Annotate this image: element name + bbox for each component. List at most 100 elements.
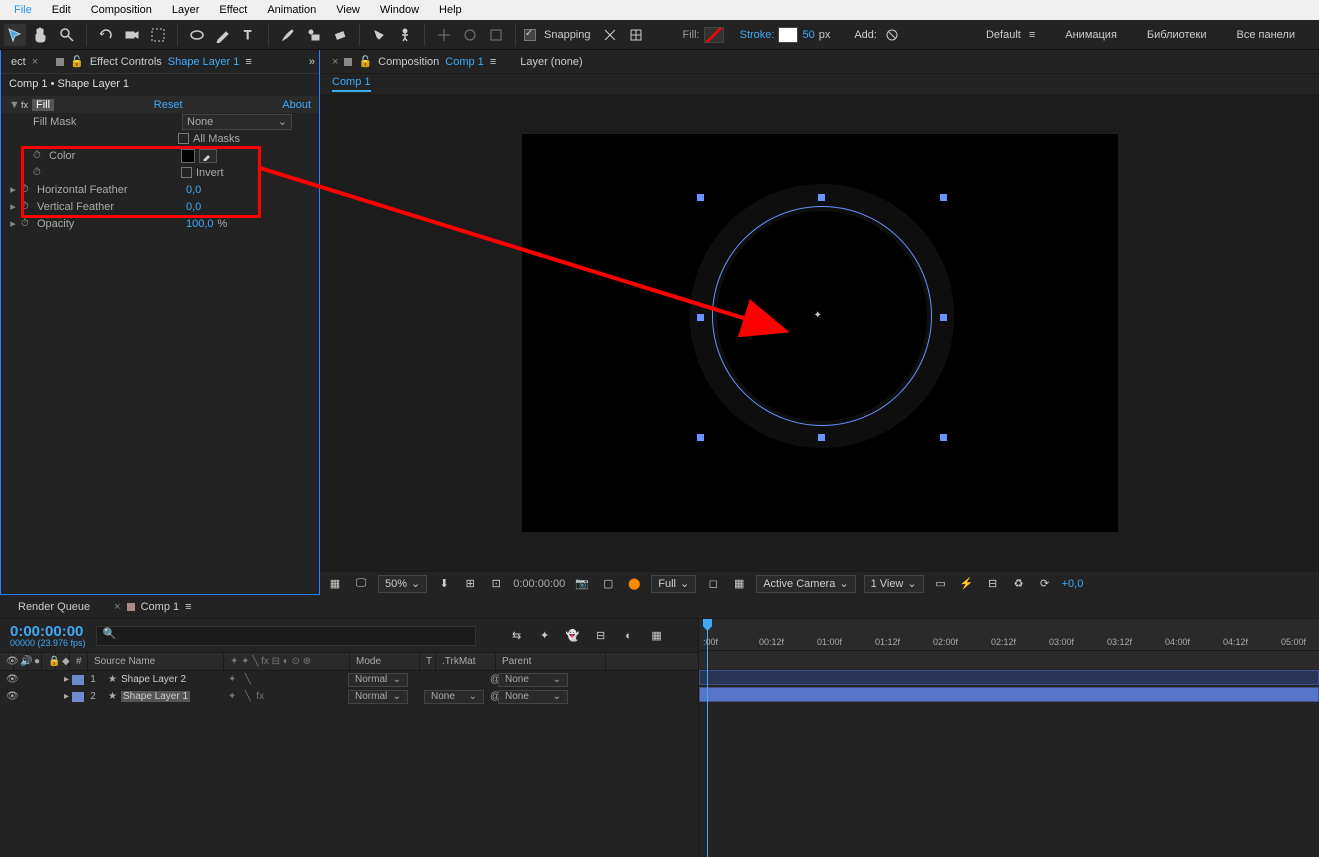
- disclosure-triangle-icon[interactable]: ▸: [9, 200, 17, 213]
- parent-pickwhip-icon[interactable]: @: [484, 691, 498, 702]
- eraser-tool-icon[interactable]: [329, 24, 351, 46]
- fill-mask-dropdown[interactable]: None⌄: [182, 114, 292, 130]
- shy-icon[interactable]: 👻: [564, 627, 582, 645]
- roi-icon[interactable]: ◻: [704, 575, 722, 593]
- about-link[interactable]: About: [282, 99, 311, 111]
- close-icon[interactable]: ×: [114, 601, 120, 613]
- blend-mode-dropdown[interactable]: Normal⌄: [348, 673, 408, 687]
- layer-name[interactable]: Shape Layer 2: [121, 674, 186, 685]
- fx-badge-icon[interactable]: fx: [21, 100, 28, 110]
- all-masks-checkbox[interactable]: [178, 133, 189, 144]
- guides-icon[interactable]: ⊡: [487, 575, 505, 593]
- fast-preview-icon[interactable]: ⚡: [958, 575, 976, 593]
- trkmat-dropdown[interactable]: None⌄: [424, 690, 484, 704]
- parent-pickwhip-icon[interactable]: @: [484, 674, 498, 685]
- color-swatch[interactable]: [181, 149, 195, 163]
- snap-grid-icon[interactable]: [625, 24, 647, 46]
- disclosure-triangle-icon[interactable]: ▸: [58, 691, 72, 702]
- stopwatch-icon[interactable]: ⏱: [21, 184, 33, 195]
- menu-animation[interactable]: Animation: [257, 2, 326, 18]
- menu-file[interactable]: File: [4, 2, 42, 18]
- source-name-column[interactable]: Source Name: [88, 653, 224, 670]
- timeline-icon[interactable]: ⊟: [984, 575, 1002, 593]
- add-menu-icon[interactable]: [881, 24, 903, 46]
- label-color[interactable]: [72, 675, 84, 685]
- blend-mode-dropdown[interactable]: Normal⌄: [348, 690, 408, 704]
- snapshot-icon[interactable]: 📷: [573, 575, 591, 593]
- eyedropper-icon[interactable]: [199, 149, 217, 163]
- workspace-libraries[interactable]: Библиотеки: [1147, 29, 1207, 41]
- bbox-handle[interactable]: [940, 434, 947, 441]
- disclosure-triangle-icon[interactable]: ▸: [9, 183, 17, 196]
- layer-bar-2[interactable]: [699, 687, 1319, 702]
- current-time[interactable]: 0:00:00:00: [513, 578, 565, 590]
- parent-dropdown[interactable]: None⌄: [498, 690, 568, 704]
- shape-tool-icon[interactable]: [186, 24, 208, 46]
- draft3d-icon[interactable]: ✦: [536, 627, 554, 645]
- bbox-handle[interactable]: [940, 194, 947, 201]
- hamburger-icon[interactable]: ≡: [490, 56, 496, 68]
- menu-edit[interactable]: Edit: [42, 2, 81, 18]
- bbox-handle[interactable]: [697, 434, 704, 441]
- camera-tool-icon[interactable]: [121, 24, 143, 46]
- hamburger-icon[interactable]: ≡: [245, 56, 251, 68]
- views-dropdown[interactable]: 1 View⌄: [864, 575, 924, 593]
- grid-icon[interactable]: ⊞: [461, 575, 479, 593]
- lock-column-icon[interactable]: 🔒: [42, 653, 56, 670]
- invert-checkbox[interactable]: [181, 167, 192, 178]
- stroke-width[interactable]: 50: [802, 29, 814, 41]
- snapping-checkbox[interactable]: [524, 29, 536, 41]
- workspace-default[interactable]: Default≡: [986, 29, 1035, 41]
- stroke-swatch[interactable]: [778, 27, 798, 43]
- axis-world-icon[interactable]: [459, 24, 481, 46]
- audio-column-icon[interactable]: 🔊: [14, 653, 28, 670]
- stopwatch-icon[interactable]: ⏱: [21, 201, 33, 212]
- bbox-handle[interactable]: [697, 314, 704, 321]
- comp-subtab[interactable]: Comp 1: [332, 76, 371, 92]
- disclosure-triangle-icon[interactable]: ▸: [9, 217, 17, 230]
- timeline-tracks[interactable]: :00f 00:12f 01:00f 01:12f 02:00f 02:12f …: [698, 619, 1319, 857]
- text-tool-icon[interactable]: T: [238, 24, 260, 46]
- layer-switches[interactable]: ✦ ╲ fx: [222, 691, 348, 702]
- zoom-dropdown[interactable]: 50%⌄: [378, 575, 427, 593]
- label-column-icon[interactable]: ◆: [56, 653, 70, 670]
- effect-controls-tab[interactable]: 🔓 Effect Controls Shape Layer 1 ≡: [50, 51, 258, 72]
- pan-behind-tool-icon[interactable]: [147, 24, 169, 46]
- hamburger-icon[interactable]: ≡: [185, 601, 191, 613]
- panel-overflow-icon[interactable]: »: [309, 56, 315, 68]
- stopwatch-icon[interactable]: ⏱: [33, 150, 45, 161]
- lock-icon[interactable]: 🔓: [70, 55, 84, 68]
- stopwatch-icon[interactable]: ⏱: [21, 218, 33, 229]
- reset-exposure-icon[interactable]: ⟳: [1036, 575, 1054, 593]
- hand-tool-icon[interactable]: [30, 24, 52, 46]
- menu-effect[interactable]: Effect: [209, 2, 257, 18]
- flowchart-icon[interactable]: ♻: [1010, 575, 1028, 593]
- close-icon[interactable]: ×: [32, 56, 38, 68]
- layer-name[interactable]: Shape Layer 1: [121, 691, 190, 702]
- puppet-tool-icon[interactable]: [394, 24, 416, 46]
- eye-toggle[interactable]: 👁: [0, 691, 14, 702]
- zoom-tool-icon[interactable]: [56, 24, 78, 46]
- render-queue-tab[interactable]: Render Queue: [12, 597, 96, 617]
- pixel-aspect-icon[interactable]: ▭: [932, 575, 950, 593]
- frame-blend-icon[interactable]: ⊟: [592, 627, 610, 645]
- parent-dropdown[interactable]: None⌄: [498, 673, 568, 687]
- solo-column-icon[interactable]: ●: [28, 653, 42, 670]
- axis-view-icon[interactable]: [485, 24, 507, 46]
- layer-bar-1[interactable]: [699, 670, 1319, 685]
- reset-link[interactable]: Reset: [154, 99, 183, 111]
- layer-switches[interactable]: ✦ ╲: [222, 674, 348, 685]
- bbox-handle[interactable]: [697, 194, 704, 201]
- project-tab[interactable]: ect×: [5, 52, 44, 72]
- time-ruler[interactable]: :00f 00:12f 01:00f 01:12f 02:00f 02:12f …: [699, 619, 1319, 651]
- bbox-handle[interactable]: [940, 314, 947, 321]
- composition-mini-flowchart-icon[interactable]: ⇆: [508, 627, 526, 645]
- effect-name[interactable]: Fill: [32, 99, 54, 111]
- display-icon[interactable]: 🖵: [352, 575, 370, 593]
- channel-icon[interactable]: ⬤: [625, 575, 643, 593]
- bbox-handle[interactable]: [818, 434, 825, 441]
- label-color[interactable]: [72, 692, 84, 702]
- composition-tab[interactable]: × 🔓 Composition Comp 1 ≡: [326, 51, 502, 72]
- rotation-tool-icon[interactable]: [95, 24, 117, 46]
- clone-tool-icon[interactable]: [303, 24, 325, 46]
